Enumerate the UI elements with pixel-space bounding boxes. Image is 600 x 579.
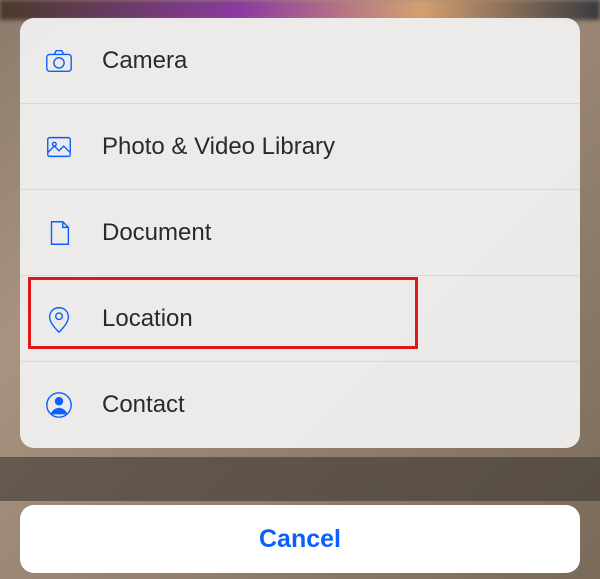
camera-icon <box>44 46 88 76</box>
sheet-item-label: Location <box>102 305 193 333</box>
sheet-item-document[interactable]: Document <box>20 190 580 276</box>
document-icon <box>44 218 88 248</box>
sheet-item-camera[interactable]: Camera <box>20 18 580 104</box>
sheet-item-contact[interactable]: Contact <box>20 362 580 448</box>
cancel-label: Cancel <box>259 525 341 554</box>
sheet-item-label: Document <box>102 219 211 247</box>
photo-icon <box>44 132 88 162</box>
sheet-item-label: Contact <box>102 391 185 419</box>
sheet-item-label: Camera <box>102 47 187 75</box>
sheet-item-photo-library[interactable]: Photo & Video Library <box>20 104 580 190</box>
location-icon <box>44 304 88 334</box>
attachment-action-sheet: Camera Photo & Video Library Document Lo… <box>20 18 580 448</box>
cancel-button[interactable]: Cancel <box>20 505 580 573</box>
sheet-item-location[interactable]: Location <box>20 276 580 362</box>
sheet-item-label: Photo & Video Library <box>102 133 335 161</box>
contact-icon <box>44 390 88 420</box>
